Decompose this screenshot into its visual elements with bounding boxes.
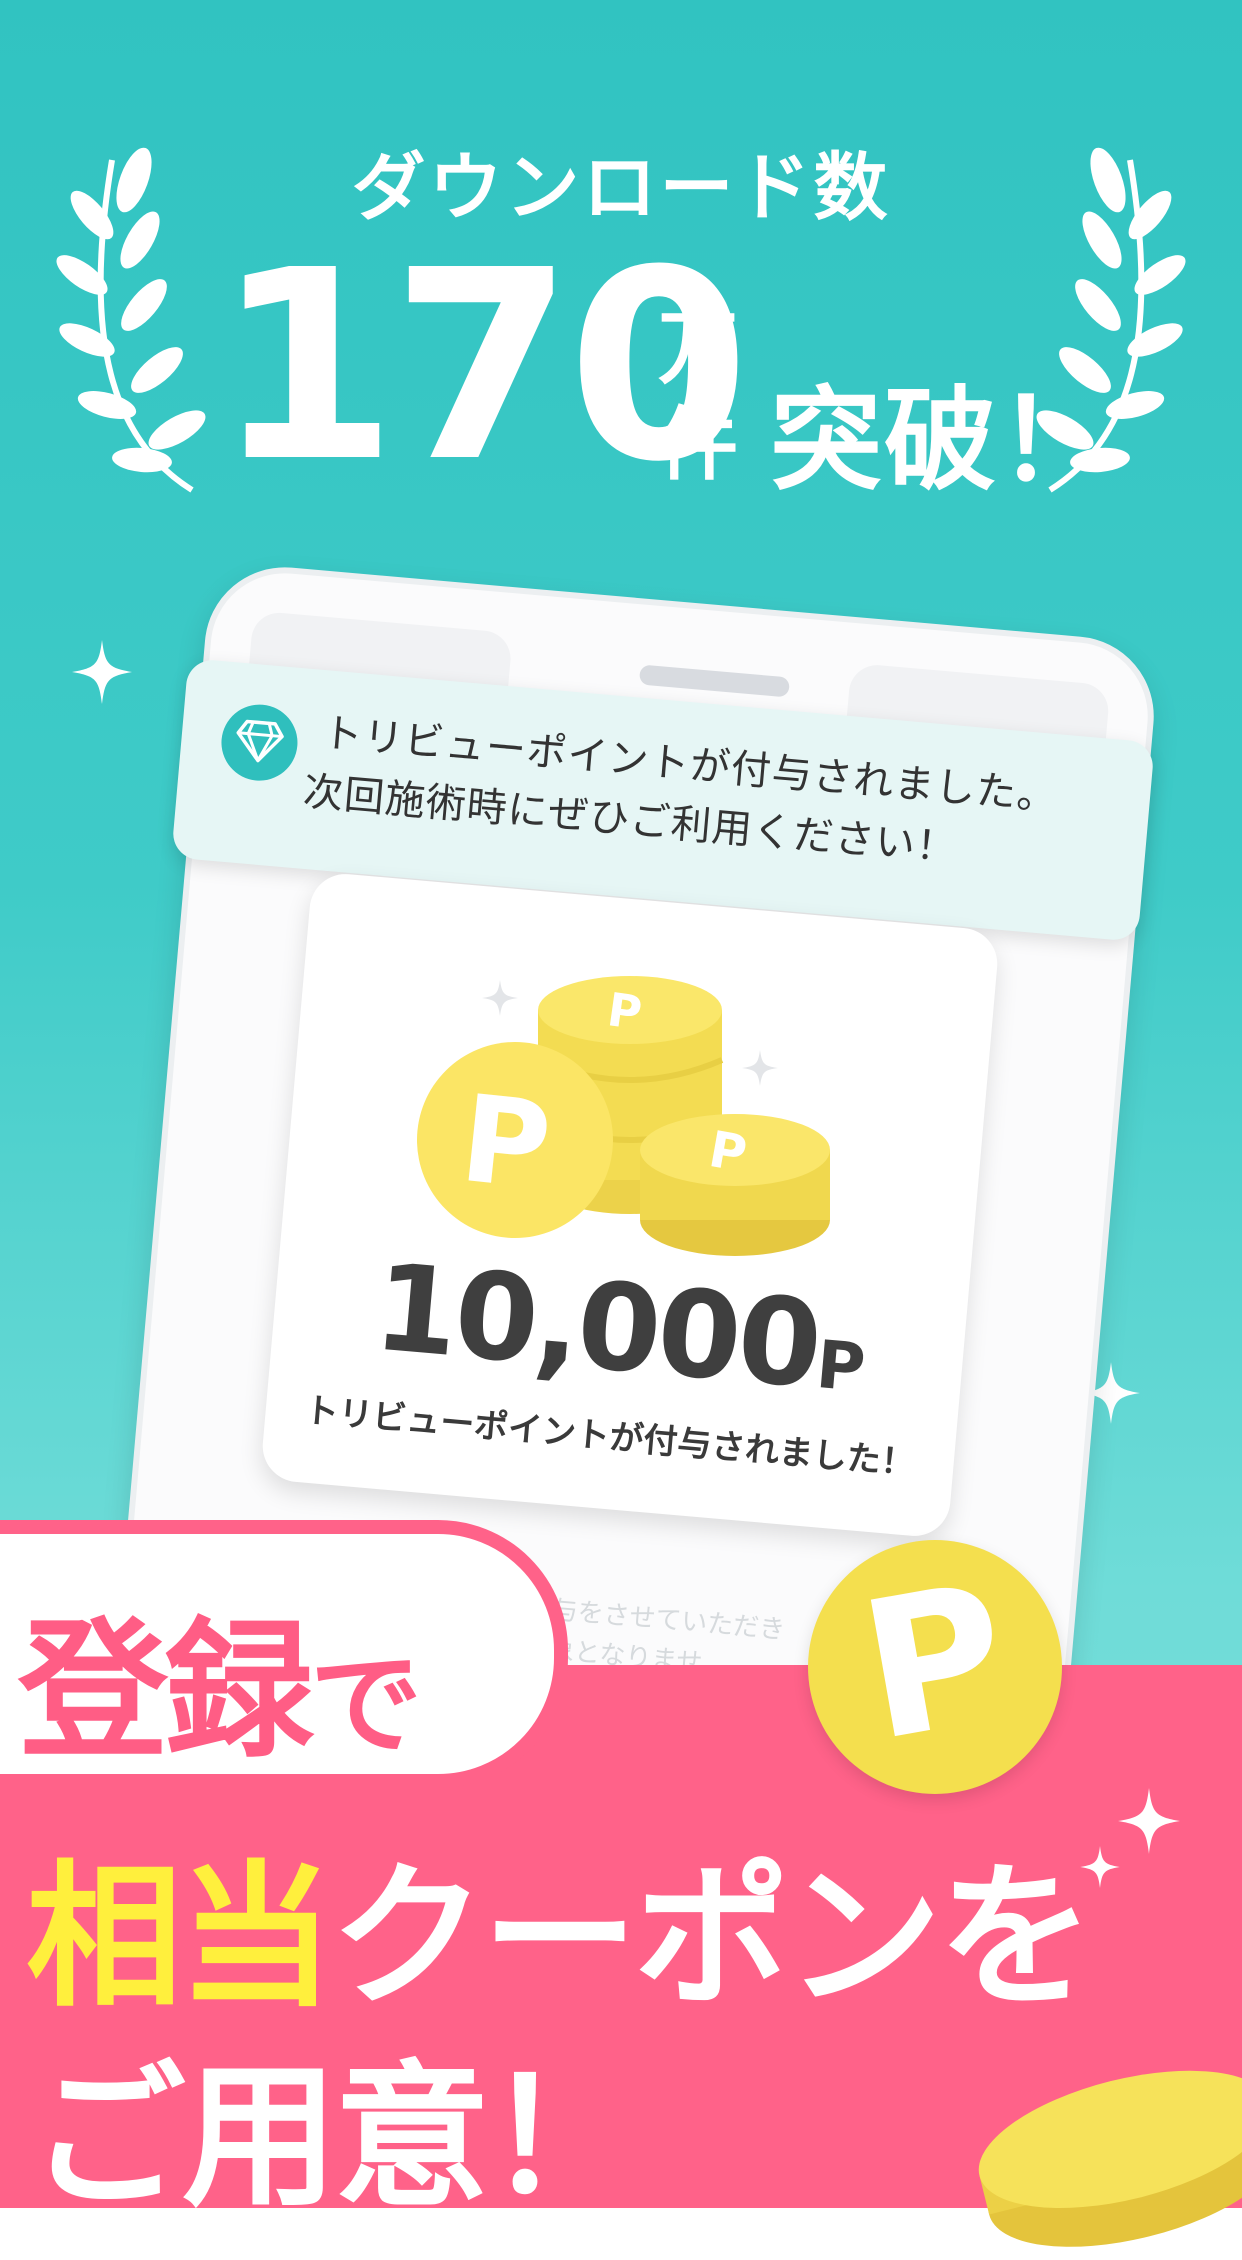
- point-unit: P: [813, 1326, 866, 1407]
- promo-line-1: 相当クーポンを: [26, 1846, 1094, 2028]
- svg-text:P: P: [455, 1070, 557, 1217]
- toppa-label: 突破！: [770, 376, 1112, 506]
- diamond-icon: [218, 701, 301, 784]
- promo-highlight: 相当: [26, 1846, 334, 2028]
- flat-coin-icon: [978, 2070, 1242, 2247]
- promo-line-2: ご用意！: [30, 2046, 642, 2228]
- register-label: 登録で: [18, 1605, 422, 1779]
- coins-stack-icon: P P P: [417, 976, 830, 1256]
- sparkle-icon: [72, 640, 132, 704]
- phone-camera: [638, 664, 791, 698]
- sparkle-icon: [1118, 1788, 1180, 1854]
- sparkle-icon: [1080, 1846, 1120, 1888]
- coin-icon: P: [808, 1540, 1062, 1794]
- unit-ken: 件: [658, 398, 738, 491]
